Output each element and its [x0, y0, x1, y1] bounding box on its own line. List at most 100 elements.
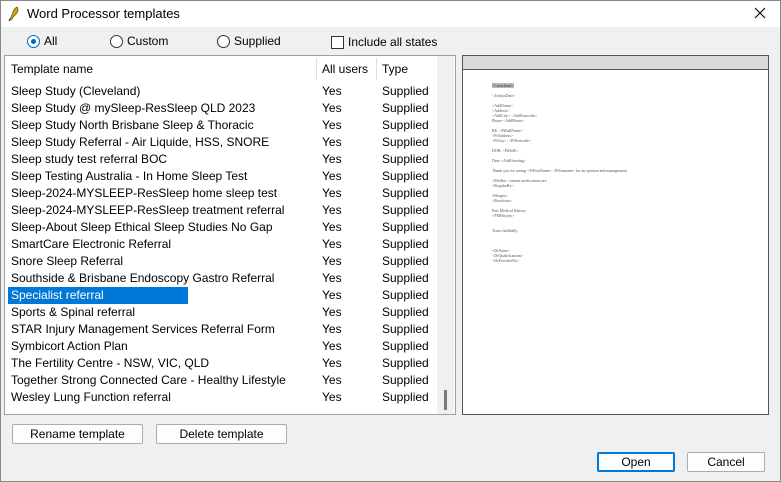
row-template-name: Sleep Study Referral - Air Liquide, HSS,… [11, 135, 270, 149]
filter-supplied-radio[interactable]: Supplied [217, 32, 281, 50]
preview-line-text: <Letterhead> [492, 83, 514, 88]
row-type: Supplied [382, 152, 429, 166]
preview-line-text: Yours faithfully, [492, 228, 519, 233]
vertical-scrollbar[interactable] [437, 56, 454, 414]
row-all-users: Yes [322, 152, 342, 166]
table-row[interactable]: Sleep Study @ mySleep-ResSleep QLD 2023 Y… [5, 100, 437, 117]
cancel-button[interactable]: Cancel [687, 452, 765, 472]
row-all-users: Yes [322, 186, 342, 200]
row-template-name: Wesley Lung Function referral [11, 390, 171, 404]
preview-line-text: <TodaysDate> [492, 93, 516, 98]
row-type: Supplied [382, 135, 429, 149]
row-all-users: Yes [322, 169, 342, 183]
table-row[interactable]: Sleep Study (Cleveland) Yes Supplied [5, 83, 437, 100]
row-template-name: STAR Injury Management Services Referral… [11, 322, 275, 336]
filter-all-radio[interactable]: All [27, 32, 57, 50]
row-all-users: Yes [322, 237, 342, 251]
table-row[interactable]: Snore Sleep Referral Yes Supplied [5, 253, 437, 270]
checkbox-unchecked-icon [331, 35, 344, 49]
table-row[interactable]: Sleep-2024-MYSLEEP-ResSleep treatment re… [5, 202, 437, 219]
row-type: Supplied [382, 271, 429, 285]
table-row[interactable]: Specialist referral Yes Supplied [5, 287, 437, 304]
preview-line-text: Dear <AddGreeting> [492, 158, 527, 163]
radio-checked-icon [27, 34, 40, 48]
delete-template-button[interactable]: Delete template [156, 424, 287, 444]
template-rows: Sleep Study (Cleveland) Yes Supplied Sleep … [5, 83, 437, 406]
rename-template-button[interactable]: Rename template [12, 424, 143, 444]
row-type: Supplied [382, 169, 429, 183]
row-template-name: Together Strong Connected Care - Healthy… [11, 373, 286, 387]
row-all-users: Yes [322, 118, 342, 132]
table-row[interactable]: SmartCare Electronic Referral Yes Supplied [5, 236, 437, 253]
column-header-template-name[interactable]: Template name [5, 56, 316, 83]
row-template-name: Sleep-2024-MYSLEEP-ResSleep treatment re… [11, 203, 285, 217]
scrollbar-thumb[interactable] [444, 390, 447, 410]
table-row[interactable]: Wesley Lung Function referral Yes Supplied [5, 389, 437, 406]
row-template-name: Sleep Study North Brisbane Sleep & Thora… [11, 118, 254, 132]
include-all-states-label: Include all states [348, 35, 438, 49]
row-template-name: Sleep Study @ mySleep-ResSleep QLD 2023 [11, 101, 256, 115]
include-all-states-checkbox[interactable]: Include all states [331, 33, 437, 51]
row-all-users: Yes [322, 220, 342, 234]
row-template-name: Snore Sleep Referral [11, 254, 124, 268]
table-row[interactable]: Southside & Brisbane Endoscopy Gastro Re… [5, 270, 437, 287]
row-type: Supplied [382, 118, 429, 132]
template-list[interactable]: Template name All users Type Sleep Study… [4, 55, 456, 415]
table-row[interactable]: Sleep Testing Australia - In Home Sleep … [5, 168, 437, 185]
row-type: Supplied [382, 220, 429, 234]
filter-supplied-label: Supplied [234, 34, 281, 48]
column-header-type[interactable]: Type [376, 56, 437, 83]
row-type: Supplied [382, 288, 429, 302]
row-template-name: Sleep-About Sleep Ethical Sleep Studies … [11, 220, 273, 234]
preview-line: <DrProviderNo> [492, 258, 752, 263]
table-row[interactable]: Sleep Study North Brisbane Sleep & Thora… [5, 117, 437, 134]
row-all-users: Yes [322, 254, 342, 268]
row-template-name: Sleep-2024-MYSLEEP-ResSleep home sleep t… [11, 186, 278, 200]
filter-custom-radio[interactable]: Custom [110, 32, 168, 50]
column-header-all-users[interactable]: All users [316, 56, 376, 83]
row-all-users: Yes [322, 271, 342, 285]
row-type: Supplied [382, 237, 429, 251]
table-row[interactable]: Symbicort Action Plan Yes Supplied [5, 338, 437, 355]
table-row[interactable]: Sports & Spinal referral Yes Supplied [5, 304, 437, 321]
row-template-name: Sports & Spinal referral [11, 305, 136, 319]
row-all-users: Yes [322, 356, 342, 370]
row-type: Supplied [382, 339, 429, 353]
close-button[interactable] [740, 1, 780, 27]
row-template-name: Sleep Study (Cleveland) [11, 84, 141, 98]
table-row[interactable]: Sleep-About Sleep Ethical Sleep Studies … [5, 219, 437, 236]
row-all-users: Yes [322, 305, 342, 319]
table-row[interactable]: Together Strong Connected Care - Healthy… [5, 372, 437, 389]
preview-line-text: Thank you for seeing <PtFirstName> <PtSu… [492, 168, 628, 173]
preview-line-text: <DrProviderNo> [492, 258, 520, 263]
radio-unchecked-icon [217, 34, 230, 48]
row-all-users: Yes [322, 390, 342, 404]
row-all-users: Yes [322, 339, 342, 353]
row-type: Supplied [382, 186, 429, 200]
row-all-users: Yes [322, 203, 342, 217]
preview-line-text: <PMHistory> [492, 213, 515, 218]
table-row[interactable]: Sleep Study Referral - Air Liquide, HSS,… [5, 134, 437, 151]
row-type: Supplied [382, 390, 429, 404]
row-type: Supplied [382, 254, 429, 268]
filter-all-label: All [44, 34, 58, 48]
preview-line-text: <RegularRx> [492, 183, 514, 188]
table-row[interactable]: STAR Injury Management Services Referral… [5, 321, 437, 338]
table-row[interactable]: Sleep study test referral BOC Yes Supplied [5, 151, 437, 168]
row-type: Supplied [382, 305, 429, 319]
filter-custom-label: Custom [127, 34, 169, 48]
template-preview: <Letterhead> <TodaysDate> <AddName> <Addres… [462, 55, 769, 415]
row-template-name: Sleep Testing Australia - In Home Sleep … [11, 169, 248, 183]
preview-header-bar [463, 56, 768, 70]
row-template-name: Symbicort Action Plan [11, 339, 128, 353]
table-row[interactable]: The Fertility Centre - NSW, VIC, QLD Yes S… [5, 355, 437, 372]
row-all-users: Yes [322, 101, 342, 115]
list-header: Template name All users Type [5, 56, 437, 83]
row-template-name: Sleep study test referral BOC [11, 152, 168, 166]
row-all-users: Yes [322, 84, 342, 98]
templates-dialog: Word Processor templates All Custom Supp… [0, 0, 781, 482]
row-all-users: Yes [322, 322, 342, 336]
table-row[interactable]: Sleep-2024-MYSLEEP-ResSleep home sleep t… [5, 185, 437, 202]
open-button[interactable]: Open [597, 452, 675, 472]
row-template-name: Southside & Brisbane Endoscopy Gastro Re… [11, 271, 275, 285]
